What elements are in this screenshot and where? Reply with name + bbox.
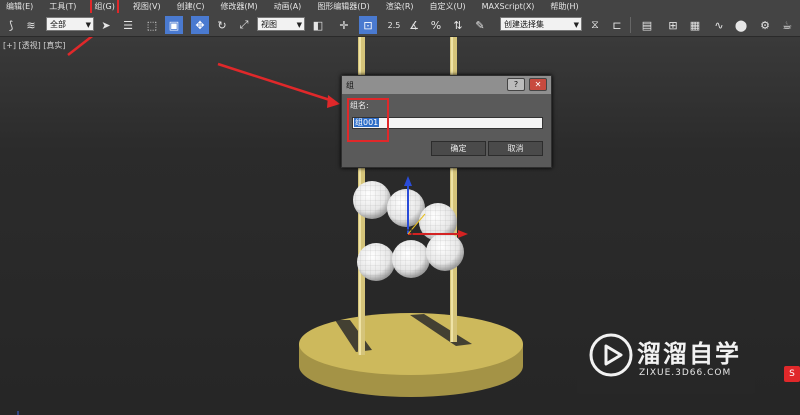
group-name-input[interactable]: 组001: [352, 117, 543, 129]
axis-tripod: [17, 411, 19, 415]
selection-filter-select[interactable]: 全部 ▼: [46, 17, 94, 31]
cancel-button[interactable]: 取消: [488, 141, 543, 156]
menu-help[interactable]: 帮助(H): [550, 0, 578, 13]
select-rotate-icon[interactable]: ↻: [213, 16, 231, 34]
named-selection-edit-icon[interactable]: ✎: [471, 16, 489, 34]
side-badge: S: [784, 366, 800, 382]
chevron-down-icon: ▼: [296, 21, 302, 29]
menu-group[interactable]: 组(G): [90, 0, 119, 15]
watermark-title: 溜溜自学: [637, 340, 741, 368]
sphere-group-lower: [357, 233, 464, 281]
menu-customize[interactable]: 自定义(U): [430, 0, 466, 13]
rectangle-selection-icon[interactable]: ⬚: [143, 16, 161, 34]
annotation-arrows: [67, 37, 340, 108]
help-button[interactable]: ?: [507, 78, 525, 91]
link-icon[interactable]: ⟆: [2, 16, 20, 34]
select-move-icon[interactable]: ✥: [191, 16, 209, 34]
toolbar-divider: [630, 17, 631, 33]
curve-editor-icon[interactable]: ∿: [710, 16, 728, 34]
bind-space-warp-icon[interactable]: ≋: [22, 16, 40, 34]
play-logo-icon: [589, 333, 633, 377]
render-setup-icon[interactable]: ⚙: [756, 16, 774, 34]
menu-graph-editors[interactable]: 图形编辑器(D): [317, 0, 369, 13]
render-icon[interactable]: ☕: [778, 16, 796, 34]
scene-explorer-icon[interactable]: ⊞: [664, 16, 682, 34]
menu-rendering[interactable]: 渲染(R): [386, 0, 414, 13]
select-by-name-icon[interactable]: ☰: [119, 16, 137, 34]
material-editor-icon[interactable]: ⬤: [732, 16, 750, 34]
reference-coordinate-select[interactable]: 视图 ▼: [257, 17, 305, 31]
named-selection-set-select[interactable]: 创建选择集 ▼: [500, 17, 582, 31]
select-scale-icon[interactable]: ⤢: [235, 16, 253, 34]
mirror-icon[interactable]: ⧖: [586, 16, 604, 34]
sphere-group-upper: [353, 181, 457, 241]
layer-manager-icon[interactable]: ▤: [638, 16, 656, 34]
ribbon-icon[interactable]: ▦: [686, 16, 704, 34]
chevron-down-icon: ▼: [85, 21, 91, 29]
angle-snap-icon[interactable]: ∡: [405, 16, 423, 34]
menu-animation[interactable]: 动画(A): [274, 0, 302, 13]
main-toolbar: ⟆ ≋ 全部 ▼ ➤ ☰ ⬚ ▣ ✥ ↻ ⤢ 视图 ▼ ◧ ✛ ⊡ 2.5 ∡ % …: [0, 13, 800, 37]
menu-create[interactable]: 创建(C): [177, 0, 205, 13]
menu-edit[interactable]: 编辑(E): [6, 0, 33, 13]
close-button[interactable]: ✕: [529, 78, 547, 91]
pivot-center-icon[interactable]: ◧: [309, 16, 327, 34]
dialog-body: 组名: 组001 确定 取消: [342, 94, 551, 169]
menu-modifiers[interactable]: 修改器(M): [220, 0, 257, 13]
manipulate-icon[interactable]: ✛: [335, 16, 353, 34]
menu-views[interactable]: 视图(V): [133, 0, 161, 13]
snap-toggle-icon[interactable]: 2.5: [383, 16, 405, 34]
menu-tools[interactable]: 工具(T): [49, 0, 76, 13]
keyboard-shortcut-icon[interactable]: ⊡: [359, 16, 377, 34]
group-dialog: 组 ? ✕ 组名: 组001 确定 取消: [341, 75, 552, 168]
select-object-icon[interactable]: ➤: [97, 16, 115, 34]
base-platform: [299, 313, 523, 397]
watermark-url: ZIXUE.3D66.COM: [639, 368, 732, 378]
watermark: 溜溜自学 ZIXUE.3D66.COM: [577, 318, 755, 394]
spinner-snap-icon[interactable]: ⇅: [449, 16, 467, 34]
menu-bar: 编辑(E) 工具(T) 组(G) 视图(V) 创建(C) 修改器(M) 动画(A…: [0, 0, 800, 15]
chevron-down-icon: ▼: [573, 21, 579, 29]
dialog-title: 组: [346, 80, 354, 90]
window-crossing-icon[interactable]: ▣: [165, 16, 183, 34]
group-name-value: 组001: [354, 118, 380, 127]
align-icon[interactable]: ⊏: [608, 16, 626, 34]
percent-snap-icon[interactable]: %: [427, 16, 445, 34]
group-name-label: 组名:: [350, 101, 369, 110]
menu-maxscript[interactable]: MAXScript(X): [482, 0, 535, 13]
ok-button[interactable]: 确定: [431, 141, 486, 156]
dialog-title-bar[interactable]: 组 ? ✕: [342, 76, 551, 94]
